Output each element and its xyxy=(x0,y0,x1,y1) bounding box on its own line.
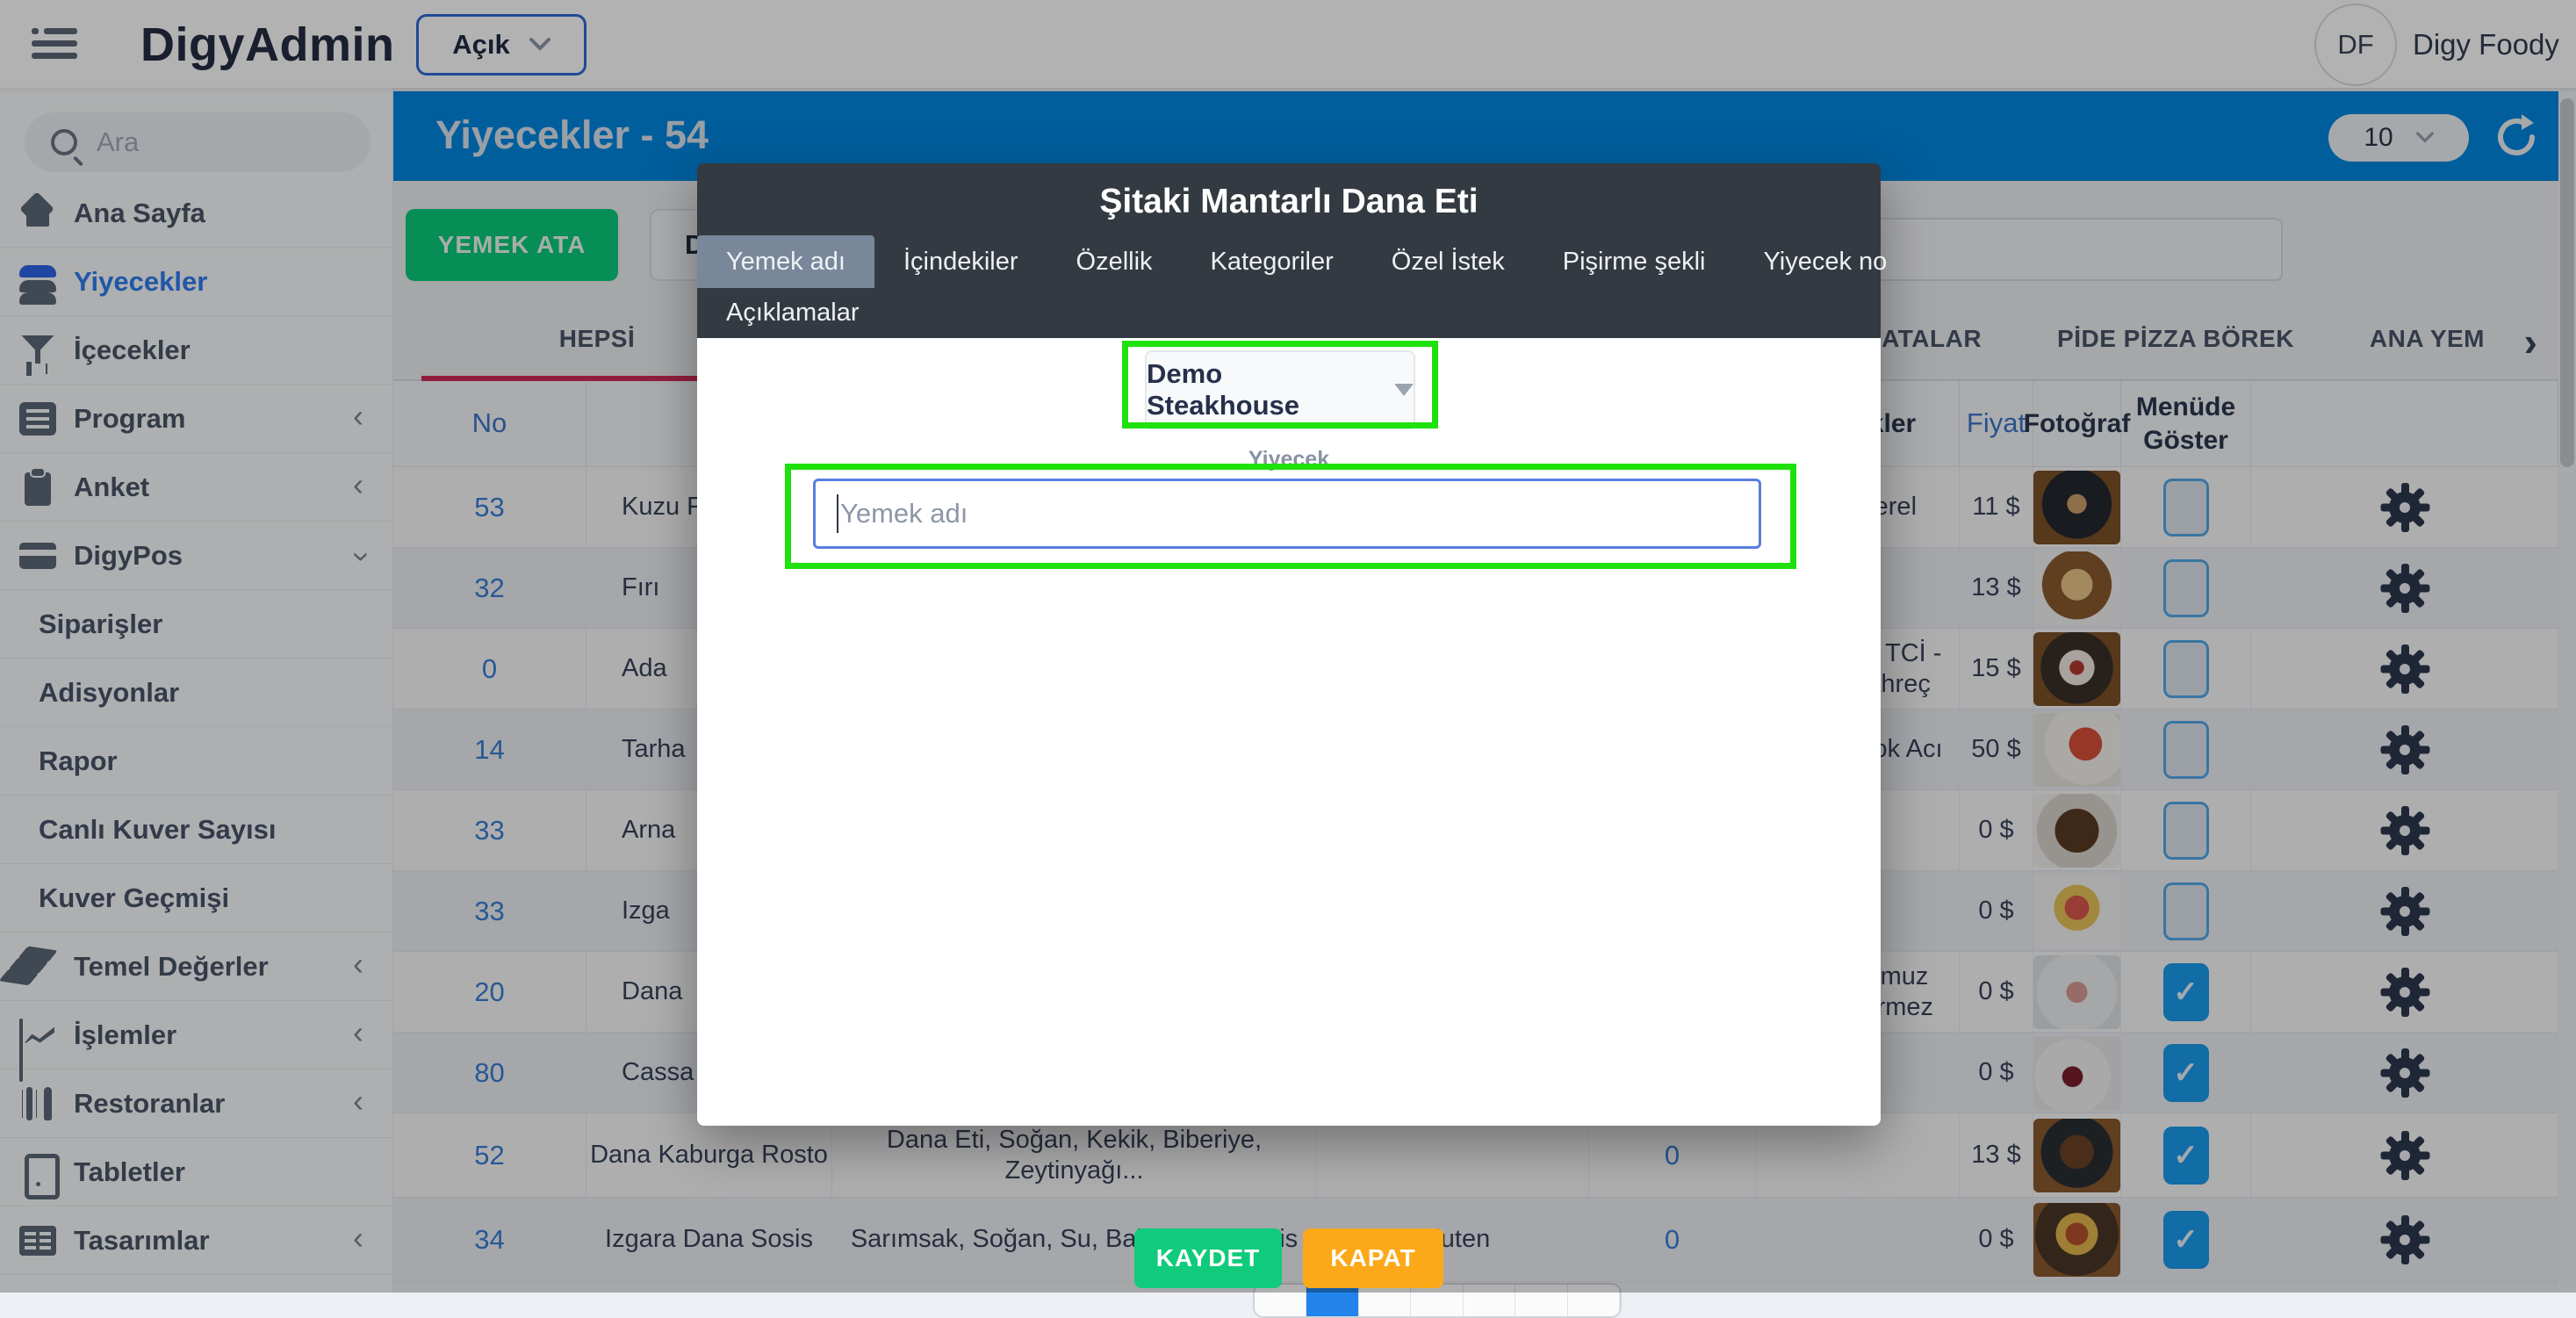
modal-tab[interactable]: Özellik xyxy=(1047,235,1182,288)
modal-header: Şitaki Mantarlı Dana Eti Yemek adı İçind… xyxy=(697,163,1881,338)
modal-tab[interactable]: İçindekiler xyxy=(874,235,1047,288)
annotation-box-name-input xyxy=(785,464,1796,569)
modal-title: Şitaki Mantarlı Dana Eti xyxy=(697,163,1881,221)
modal-tab[interactable]: Yemek adı xyxy=(697,235,874,288)
modal-tab[interactable]: Özel İstek xyxy=(1363,235,1534,288)
modal-body: Demo Steakhouse Yiyecek Yemek adı KAYDET… xyxy=(697,338,1881,1126)
modal-tab[interactable]: Yiyecek no xyxy=(1734,235,1916,288)
modal-tab[interactable]: Pişirme şekli xyxy=(1534,235,1735,288)
save-button[interactable]: KAYDET xyxy=(1134,1228,1282,1288)
close-button[interactable]: KAPAT xyxy=(1303,1228,1443,1288)
annotation-box-restaurant-select xyxy=(1122,341,1438,429)
food-edit-modal: Şitaki Mantarlı Dana Eti Yemek adı İçind… xyxy=(697,163,1881,1126)
modal-tab[interactable]: Kategoriler xyxy=(1182,235,1363,288)
modal-tab[interactable]: Açıklamalar xyxy=(697,288,889,338)
